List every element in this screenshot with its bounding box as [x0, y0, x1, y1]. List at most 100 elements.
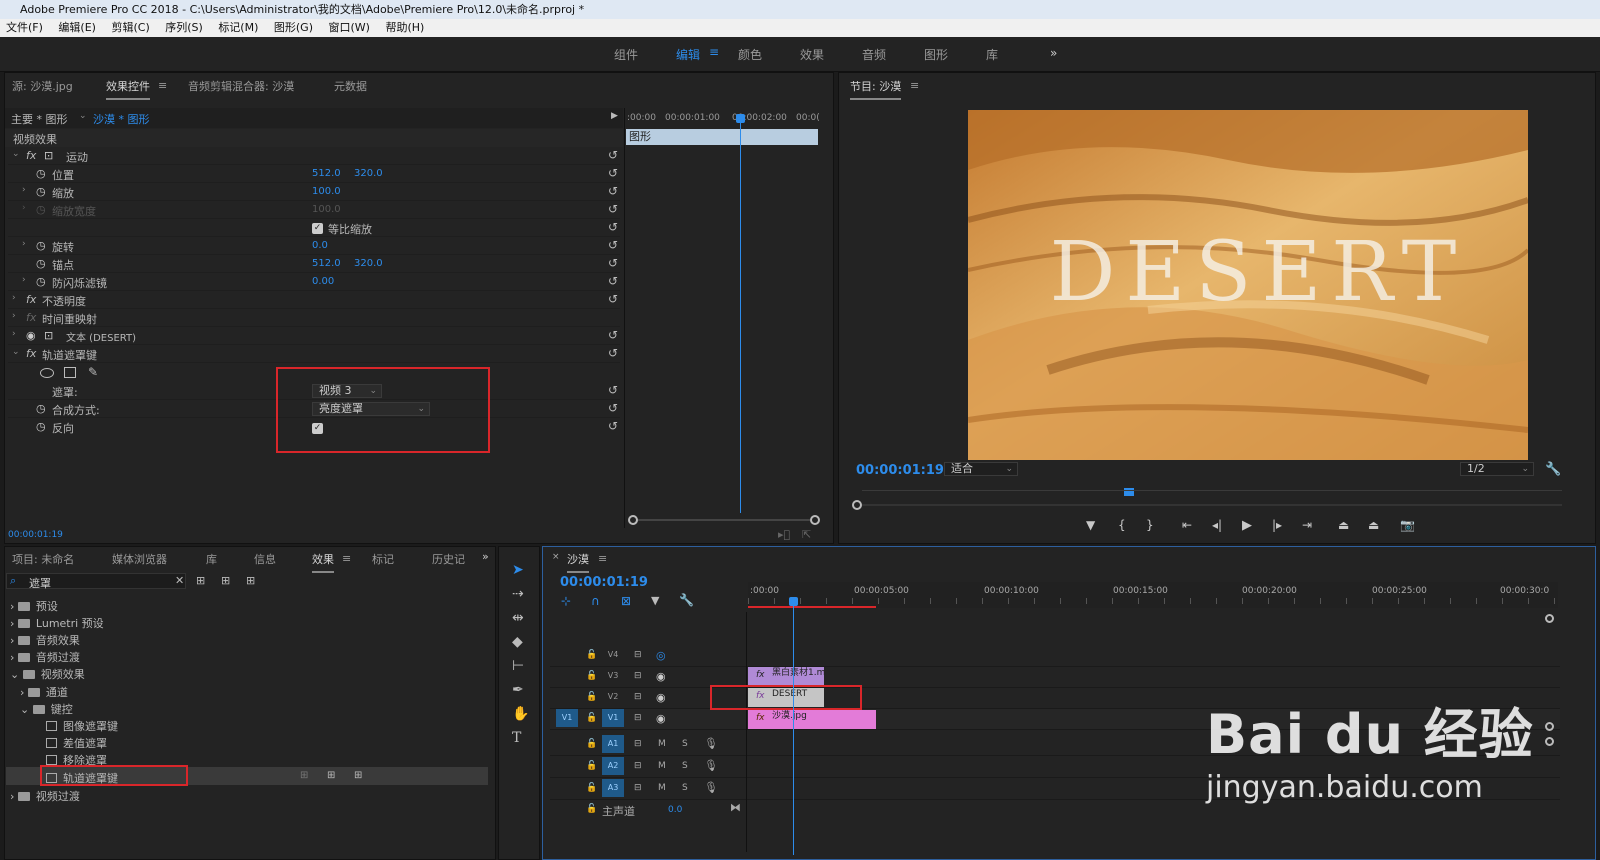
- mute-button[interactable]: M: [658, 761, 666, 771]
- expand-arrow-icon[interactable]: ›: [12, 293, 16, 303]
- track-label[interactable]: V1: [602, 709, 624, 727]
- tab-metadata[interactable]: 元数据: [334, 78, 367, 94]
- effect-row-time-remap[interactable]: › fx 时间重映射: [8, 309, 620, 327]
- uniform-scale-checkbox[interactable]: ✓: [312, 223, 323, 234]
- eye-icon[interactable]: ◉: [656, 712, 666, 725]
- solo-button[interactable]: S: [682, 739, 688, 749]
- stopwatch-icon[interactable]: ◷: [36, 275, 46, 288]
- eye-icon[interactable]: ◉: [26, 329, 36, 342]
- ec-zoom-handle-left[interactable]: [628, 515, 638, 525]
- sync-lock-icon[interactable]: ⊟: [634, 783, 642, 793]
- expand-arrow-icon[interactable]: ›: [12, 311, 16, 321]
- tab-info[interactable]: 信息: [254, 551, 276, 567]
- program-video-frame[interactable]: DESERT: [968, 110, 1528, 460]
- lock-icon[interactable]: 🔓: [586, 761, 597, 771]
- reset-icon[interactable]: ↺: [608, 166, 618, 180]
- mute-button[interactable]: M: [658, 783, 666, 793]
- workspace-tab-editing[interactable]: 编辑: [676, 46, 700, 63]
- hand-tool-icon[interactable]: ✋: [512, 706, 529, 722]
- menu-edit[interactable]: 编辑(E): [58, 21, 96, 34]
- pen-mask-icon[interactable]: ✎: [88, 365, 98, 379]
- v-scroll-handle-bottom[interactable]: [1545, 737, 1554, 746]
- eye-icon[interactable]: ◉: [656, 670, 666, 683]
- slip-tool-icon[interactable]: ⊢: [512, 658, 524, 674]
- step-forward-icon[interactable]: |▸: [1272, 518, 1282, 532]
- expand-arrow-icon[interactable]: ⌄: [12, 149, 20, 159]
- track-label[interactable]: V3: [602, 667, 624, 685]
- tab-effect-controls[interactable]: 效果控件: [106, 78, 150, 100]
- render-audio-icon[interactable]: ▸⃞: [778, 528, 790, 541]
- effect-row-motion[interactable]: ⌄ fx ⊡ 运动 ↺: [8, 147, 620, 165]
- track-label[interactable]: A1: [602, 735, 624, 753]
- workspace-menu-icon[interactable]: ≡: [709, 45, 719, 59]
- v-scroll-handle-mid[interactable]: [1545, 722, 1554, 731]
- sequence-clip-label[interactable]: 沙漠 * 图形: [93, 111, 150, 127]
- more-panels-icon[interactable]: »: [482, 550, 489, 563]
- workspace-tab-assembly[interactable]: 组件: [614, 46, 638, 63]
- tree-item-image-matte-key[interactable]: 图像遮罩键: [46, 718, 118, 734]
- reset-icon[interactable]: ↺: [608, 401, 618, 415]
- tab-source[interactable]: 源: 沙漠.jpg: [12, 78, 73, 94]
- eye-icon[interactable]: ◉: [656, 691, 666, 704]
- nest-icon[interactable]: ⊹: [561, 594, 571, 608]
- reset-icon[interactable]: ↺: [608, 383, 618, 397]
- panel-menu-icon[interactable]: ≡: [342, 552, 351, 565]
- effects-search-box[interactable]: ⌕ 遮罩 ✕: [6, 573, 186, 590]
- play-triangle-icon[interactable]: ▶: [611, 111, 618, 121]
- export-icon[interactable]: ⇱: [802, 528, 811, 541]
- menu-graphics[interactable]: 图形(G): [274, 21, 313, 34]
- solo-button[interactable]: S: [682, 783, 688, 793]
- panel-menu-icon[interactable]: ≡: [598, 552, 607, 565]
- menu-file[interactable]: 文件(F): [6, 21, 43, 34]
- stopwatch-icon[interactable]: ◷: [36, 185, 46, 198]
- mute-button[interactable]: M: [658, 739, 666, 749]
- menu-marker[interactable]: 标记(M): [218, 21, 258, 34]
- reset-icon[interactable]: ↺: [608, 238, 618, 252]
- add-marker-icon[interactable]: ▼: [651, 594, 659, 607]
- clip-v1-desert-jpg[interactable]: 沙漠.jpg: [748, 710, 876, 729]
- track-label[interactable]: A2: [602, 757, 624, 775]
- reset-icon[interactable]: ↺: [608, 274, 618, 288]
- lock-icon[interactable]: 🔓: [586, 804, 597, 814]
- lock-icon[interactable]: 🔓: [586, 650, 597, 660]
- v-scroll-handle-top[interactable]: [1545, 614, 1554, 623]
- panel-menu-icon[interactable]: ≡: [910, 79, 919, 92]
- lift-icon[interactable]: ⏏: [1338, 518, 1349, 532]
- menu-help[interactable]: 帮助(H): [385, 21, 424, 34]
- yuv-effects-icon[interactable]: ⊞: [246, 574, 255, 587]
- mark-in-icon[interactable]: {: [1118, 518, 1126, 532]
- ec-zoom-handle-right[interactable]: [810, 515, 820, 525]
- go-to-in-icon[interactable]: ⇤: [1182, 518, 1192, 532]
- linked-selection-icon[interactable]: ⊠: [621, 594, 631, 608]
- tab-media-browser[interactable]: 媒体浏览器: [112, 551, 167, 567]
- rotation-value[interactable]: 0.0: [312, 240, 328, 251]
- 32bit-effects-icon[interactable]: ⊞: [221, 574, 230, 587]
- tree-item-presets[interactable]: › 预设: [10, 598, 58, 614]
- program-monitor-title[interactable]: 节目: 沙漠: [850, 78, 902, 100]
- panel-menu-icon[interactable]: ≡: [158, 79, 167, 92]
- track-label[interactable]: V4: [602, 646, 624, 664]
- sync-lock-icon[interactable]: ⊟: [634, 671, 642, 681]
- tree-item-keying[interactable]: ⌄ 键控: [20, 701, 73, 717]
- timeline-timecode[interactable]: 00:00:01:19: [560, 575, 648, 590]
- track-select-tool-icon[interactable]: ⇢: [512, 586, 524, 602]
- timeline-settings-icon[interactable]: 🔧: [679, 593, 694, 607]
- reset-icon[interactable]: ↺: [608, 220, 618, 234]
- go-to-out-icon[interactable]: ⇥: [1302, 518, 1312, 532]
- fx-icon[interactable]: fx: [26, 149, 36, 162]
- position-x-value[interactable]: 512.0: [312, 168, 341, 179]
- workspace-tab-effects[interactable]: 效果: [800, 46, 824, 63]
- scale-value[interactable]: 100.0: [312, 186, 341, 197]
- track-label[interactable]: V2: [602, 688, 624, 706]
- mark-out-icon[interactable]: }: [1146, 518, 1154, 532]
- master-volume-value[interactable]: 0.0: [668, 805, 682, 815]
- ec-zoom-bar[interactable]: [638, 519, 810, 521]
- fx-icon[interactable]: fx: [26, 347, 36, 360]
- program-scrub-bar[interactable]: [862, 504, 1562, 506]
- sync-lock-icon[interactable]: ⊟: [634, 739, 642, 749]
- workspace-tab-graphics[interactable]: 图形: [924, 46, 948, 63]
- tree-item-video-transitions[interactable]: › 视频过渡: [10, 788, 80, 804]
- razor-tool-icon[interactable]: ◆: [512, 634, 523, 650]
- source-patch-v1[interactable]: V1: [556, 709, 578, 727]
- workspace-more-icon[interactable]: »: [1050, 46, 1057, 60]
